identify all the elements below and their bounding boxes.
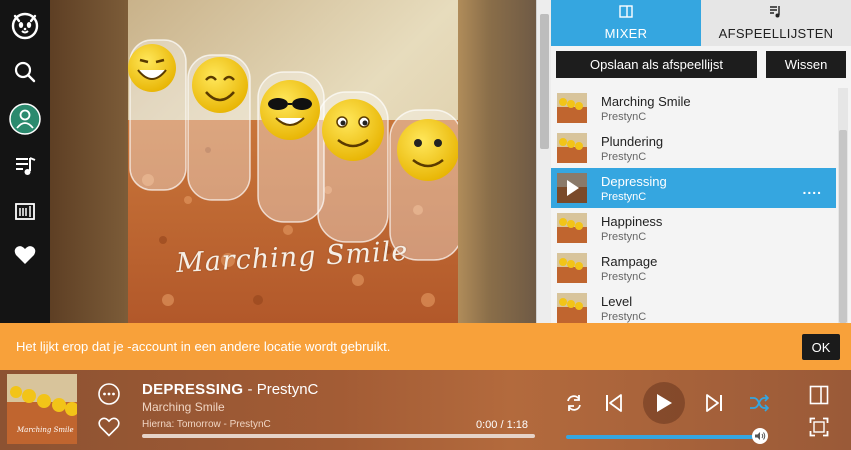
track-album[interactable]: Marching Smile [142, 400, 225, 414]
queue-item[interactable]: Marching Smile PrestynC [551, 88, 836, 128]
tab-playlists[interactable]: AFSPEELLIJSTEN [701, 0, 851, 46]
now-playing-thumbnail[interactable]: Marching Smile [7, 374, 77, 444]
queue-item[interactable]: Happiness PrestynC [551, 208, 836, 248]
queue-scrollbar-thumb[interactable] [839, 130, 847, 323]
play-icon [654, 392, 674, 414]
play-button[interactable] [643, 382, 685, 424]
progress-bar[interactable] [142, 434, 535, 438]
title-separator: - [243, 381, 257, 398]
previous-icon[interactable] [603, 391, 625, 415]
queue-item-thumbnail [557, 253, 587, 283]
shuffle-icon[interactable] [748, 392, 770, 414]
queue-item-artist: PrestynC [601, 270, 647, 283]
queue-item-artist: PrestynC [601, 310, 647, 323]
queue-item-title: Plundering [601, 133, 664, 149]
next-icon[interactable] [703, 391, 725, 415]
fullscreen-icon[interactable] [807, 415, 831, 439]
track-title-line: DEPRESSING - PrestynC [142, 381, 318, 398]
album-artwork: Marching Smile [128, 0, 458, 323]
volume-icon [754, 431, 766, 441]
volume-slider[interactable] [566, 435, 758, 439]
left-nav [0, 0, 50, 323]
mixer-icon [619, 5, 633, 21]
profile-icon[interactable] [5, 102, 45, 136]
queue-item-artist: PrestynC [601, 110, 647, 123]
queue-item-artist: PrestynC [601, 150, 647, 163]
notification-banner: Het lijkt erop dat je -account in een an… [0, 323, 851, 370]
radio-icon[interactable] [5, 194, 45, 228]
track-artist[interactable]: PrestynC [257, 381, 319, 398]
repeat-icon[interactable] [563, 392, 585, 414]
queue-item-title: Happiness [601, 213, 663, 229]
search-icon[interactable] [5, 55, 45, 89]
svg-text:Marching Smile: Marching Smile [16, 426, 74, 434]
queue-item-thumbnail [557, 93, 587, 123]
main-scrollbar-thumb[interactable] [540, 14, 549, 149]
queue-item[interactable]: Rampage PrestynC [551, 248, 836, 288]
queue-item-thumbnail [557, 133, 587, 163]
clear-button[interactable]: Wissen [766, 51, 846, 78]
queue-item-artist: PrestynC [601, 190, 647, 203]
player-bar: Marching Smile DEPRESSING - PrestynC Mar… [0, 370, 851, 450]
save-as-playlist-button[interactable]: Opslaan als afspeellijst [556, 51, 757, 78]
heart-icon[interactable] [5, 238, 45, 272]
playlist-icon [769, 5, 783, 21]
tab-mixer-label: MIXER [604, 26, 648, 41]
queue-item-title: Marching Smile [601, 93, 691, 109]
music-library-icon[interactable] [5, 149, 45, 183]
queue-item-title: Depressing [601, 173, 667, 189]
now-playing-view: Marching Smile [50, 0, 536, 323]
more-icon[interactable] [97, 382, 121, 406]
queue-item-title: Level [601, 293, 633, 309]
track-title[interactable]: DEPRESSING [142, 381, 243, 398]
tab-playlists-label: AFSPEELLIJSTEN [718, 26, 834, 41]
favorite-icon[interactable] [97, 415, 121, 439]
queue-panel: MIXER AFSPEELLIJSTEN Opslaan als afspeel… [551, 0, 851, 323]
queue-item-thumbnail [557, 173, 587, 203]
sidebar-toggle-icon[interactable] [807, 383, 831, 407]
queue-item[interactable]: Level PrestynC [551, 288, 836, 323]
queue-item-thumbnail [557, 293, 587, 323]
queue-item[interactable]: Plundering PrestynC [551, 128, 836, 168]
background-blur [458, 0, 536, 323]
queue-scrollbar[interactable] [838, 88, 848, 323]
queue-item-artist: PrestynC [601, 230, 647, 243]
main-scrollbar[interactable] [536, 0, 551, 323]
logo-icon[interactable] [5, 8, 45, 42]
volume-handle[interactable] [752, 428, 768, 444]
more-options-icon[interactable]: .... [802, 181, 822, 197]
ok-button[interactable]: OK [802, 334, 840, 360]
banner-message: Het lijkt erop dat je -account in een an… [16, 339, 391, 354]
queue-item-thumbnail [557, 213, 587, 243]
queue-item-active[interactable]: Depressing PrestynC .... [551, 168, 836, 208]
track-time: 0:00 / 1:18 [476, 419, 528, 431]
up-next: Hierna: Tomorrow - PrestynC [142, 419, 271, 430]
queue-item-title: Rampage [601, 253, 658, 269]
queue-list: Marching Smile PrestynC Plundering Prest… [551, 88, 836, 323]
tab-mixer[interactable]: MIXER [551, 0, 701, 46]
